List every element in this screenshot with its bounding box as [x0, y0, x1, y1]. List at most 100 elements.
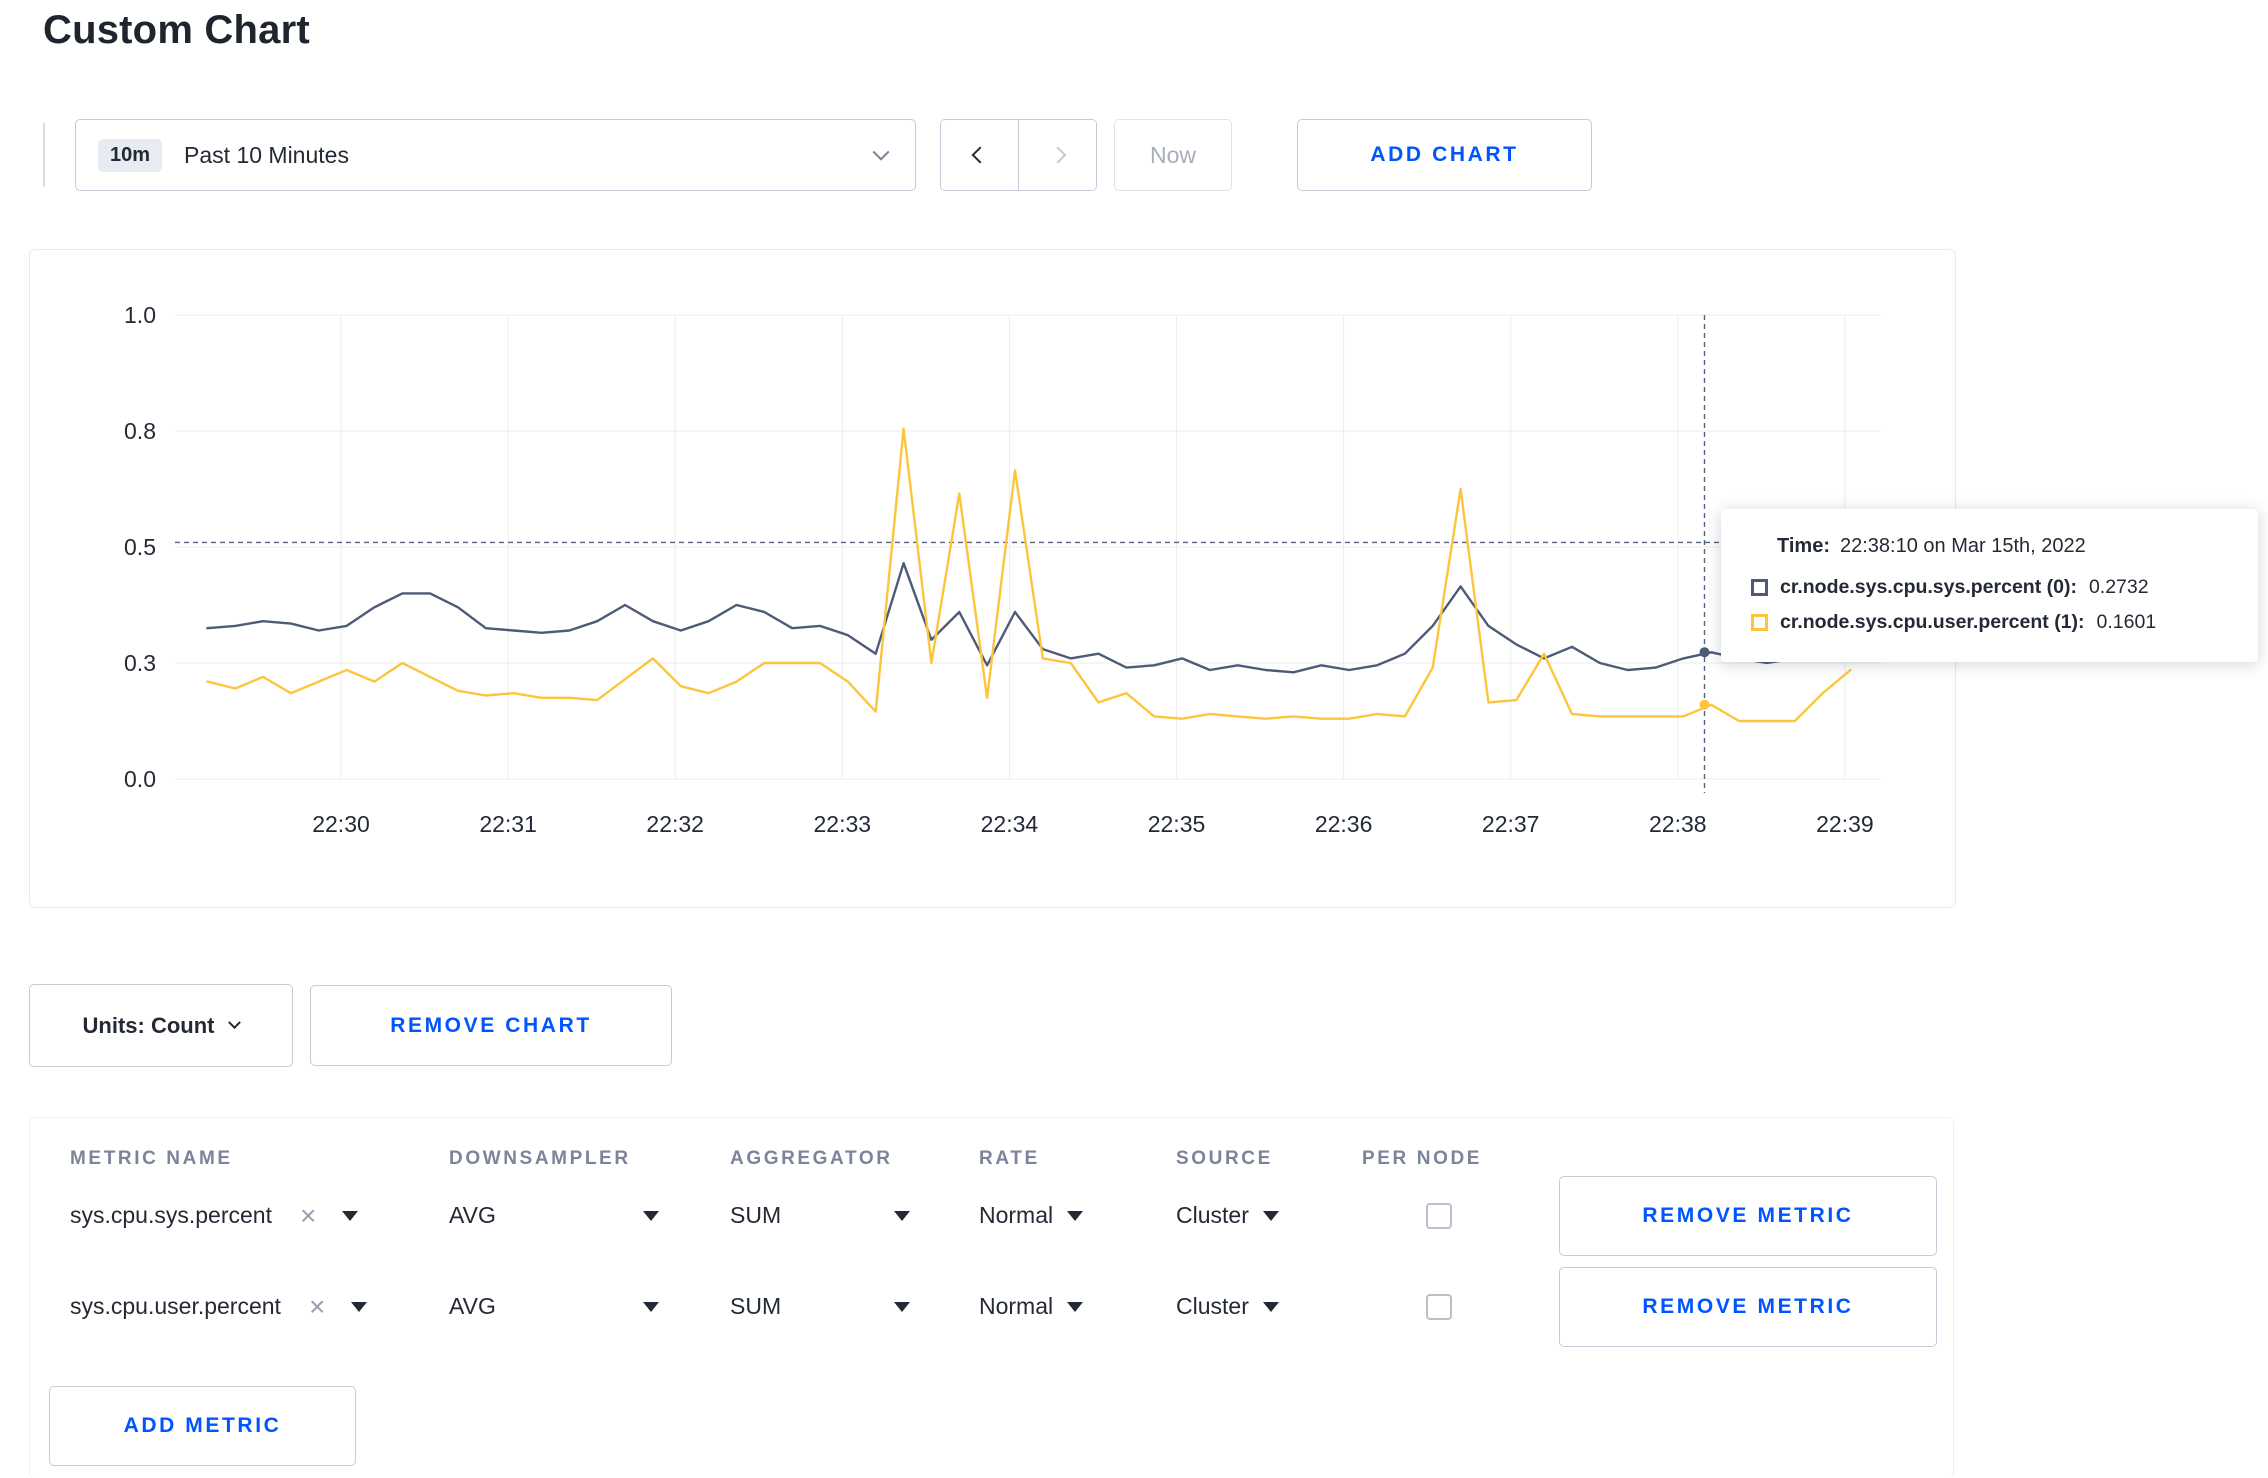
metric-row: sys.cpu.sys.percent × AVG SUM Normal Clu…: [30, 1170, 1953, 1261]
metric-name-value: sys.cpu.user.percent: [70, 1293, 281, 1319]
tooltip-series-row: cr.node.sys.cpu.sys.percent (0): 0.2732: [1751, 576, 2228, 599]
tooltip-series-label: cr.node.sys.cpu.sys.percent (0):: [1780, 576, 2077, 598]
metric-name-select[interactable]: sys.cpu.sys.percent ×: [70, 1201, 449, 1230]
downsampler-value: AVG: [449, 1293, 496, 1319]
remove-metric-button[interactable]: REMOVE METRIC: [1559, 1175, 1937, 1256]
metric-name-select[interactable]: sys.cpu.user.percent ×: [70, 1292, 449, 1321]
chart-tooltip: Time: 22:38:10 on Mar 15th, 2022 cr.node.…: [1721, 509, 2258, 662]
aggregator-value: SUM: [730, 1293, 782, 1319]
units-label: Units: Count: [82, 1012, 215, 1038]
per-node-cell: [1362, 1293, 1559, 1320]
series-swatch-icon: [1751, 614, 1768, 631]
chevron-down-icon: [1067, 1210, 1084, 1221]
per-node-checkbox[interactable]: [1426, 1293, 1452, 1320]
tooltip-time: Time: 22:38:10 on Mar 15th, 2022: [1751, 535, 2228, 558]
now-button-label: Now: [1149, 141, 1196, 168]
remove-metric-cell: REMOVE METRIC: [1559, 1175, 1953, 1256]
chevron-left-icon: [971, 146, 988, 164]
chevron-down-icon: [342, 1210, 359, 1221]
time-range-label: Past 10 Minutes: [184, 141, 349, 168]
rate-value: Normal: [979, 1202, 1054, 1228]
svg-text:22:37: 22:37: [1482, 811, 1540, 837]
svg-text:0.3: 0.3: [124, 650, 156, 676]
column-header: METRIC NAME: [70, 1148, 233, 1169]
now-button[interactable]: Now: [1114, 119, 1232, 191]
rate-value: Normal: [979, 1293, 1054, 1319]
column-header: AGGREGATOR: [730, 1148, 893, 1169]
remove-metric-label: REMOVE METRIC: [1642, 1294, 1854, 1318]
svg-text:22:30: 22:30: [312, 811, 370, 837]
source-value: Cluster: [1176, 1202, 1249, 1228]
rate-select[interactable]: Normal: [979, 1293, 1176, 1320]
prev-time-button[interactable]: [941, 120, 1018, 190]
per-node-checkbox[interactable]: [1426, 1202, 1452, 1229]
aggregator-select[interactable]: SUM: [730, 1202, 910, 1229]
tooltip-time-label: Time:: [1777, 535, 1830, 557]
svg-text:22:39: 22:39: [1816, 811, 1874, 837]
svg-text:22:35: 22:35: [1148, 811, 1206, 837]
column-header: PER NODE: [1362, 1148, 1483, 1169]
downsampler-value: AVG: [449, 1202, 496, 1228]
page-title: Custom Chart: [43, 8, 310, 52]
remove-metric-button[interactable]: REMOVE METRIC: [1559, 1266, 1937, 1347]
svg-text:22:34: 22:34: [981, 811, 1039, 837]
tooltip-series-value: 0.2732: [2088, 576, 2149, 598]
tooltip-series-row: cr.node.sys.cpu.user.percent (1): 0.1601: [1751, 611, 2228, 634]
downsampler-select[interactable]: AVG: [449, 1293, 659, 1320]
tooltip-time-value: 22:38:10 on Mar 15th, 2022: [1839, 535, 2086, 557]
svg-text:0.8: 0.8: [124, 418, 156, 444]
aggregator-value: SUM: [730, 1202, 782, 1228]
per-node-cell: [1362, 1202, 1559, 1229]
chevron-down-icon: [894, 1301, 910, 1312]
metric-name-value: sys.cpu.sys.percent: [70, 1202, 272, 1228]
column-header: RATE: [979, 1148, 1040, 1169]
chevron-down-icon: [643, 1301, 659, 1312]
source-select[interactable]: Cluster: [1176, 1202, 1362, 1229]
aggregator-select[interactable]: SUM: [730, 1293, 910, 1320]
clear-metric-icon[interactable]: ×: [300, 1201, 316, 1230]
svg-text:0.5: 0.5: [124, 534, 156, 560]
svg-text:22:31: 22:31: [479, 811, 537, 837]
chevron-down-icon: [643, 1210, 659, 1221]
remove-metric-label: REMOVE METRIC: [1642, 1203, 1854, 1227]
clear-metric-icon[interactable]: ×: [309, 1292, 325, 1321]
chevron-down-icon: [1262, 1301, 1279, 1312]
metric-row: sys.cpu.user.percent × AVG SUM Normal Cl…: [30, 1261, 1953, 1352]
source-value: Cluster: [1176, 1293, 1249, 1319]
svg-text:22:38: 22:38: [1649, 811, 1707, 837]
chevron-down-icon: [1262, 1210, 1279, 1221]
chart-card: 0.0 0.3 0.5 0.8 1.0 22:30 22:31 22:32 22:33 22:34…: [29, 249, 1956, 908]
remove-chart-button[interactable]: REMOVE CHART: [310, 985, 672, 1066]
add-metric-label: ADD METRIC: [123, 1414, 282, 1437]
chevron-down-icon: [1067, 1301, 1084, 1312]
remove-chart-label: REMOVE CHART: [390, 1013, 592, 1037]
source-select[interactable]: Cluster: [1176, 1293, 1362, 1320]
tooltip-series-value: 0.1601: [2096, 611, 2157, 633]
column-header: DOWNSAMPLER: [449, 1148, 631, 1169]
chevron-down-icon: [872, 143, 890, 161]
time-step-buttons: [940, 119, 1097, 191]
metrics-table-header: METRIC NAME DOWNSAMPLER AGGREGATOR RATE …: [30, 1148, 1953, 1170]
chevron-down-icon: [228, 1016, 242, 1030]
column-header: SOURCE: [1176, 1148, 1273, 1169]
downsampler-select[interactable]: AVG: [449, 1202, 659, 1229]
metrics-table: METRIC NAME DOWNSAMPLER AGGREGATOR RATE …: [29, 1117, 1954, 1478]
svg-text:22:36: 22:36: [1315, 811, 1373, 837]
add-chart-label: ADD CHART: [1370, 143, 1519, 166]
toolbar-divider: [43, 123, 45, 187]
add-metric-button[interactable]: ADD METRIC: [49, 1386, 356, 1466]
time-range-select[interactable]: 10m Past 10 Minutes: [75, 119, 916, 191]
chart-svg[interactable]: 0.0 0.3 0.5 0.8 1.0 22:30 22:31 22:32 22:33 22:34…: [30, 250, 1957, 909]
svg-text:22:32: 22:32: [646, 811, 704, 837]
time-range-badge: 10m: [98, 138, 163, 172]
chevron-down-icon: [351, 1301, 368, 1312]
svg-text:0.0: 0.0: [124, 766, 156, 792]
chevron-down-icon: [894, 1210, 910, 1221]
tooltip-series-label: cr.node.sys.cpu.user.percent (1):: [1780, 611, 2085, 633]
next-time-button[interactable]: [1018, 120, 1096, 190]
series-swatch-icon: [1751, 579, 1768, 596]
add-chart-button[interactable]: ADD CHART: [1297, 119, 1592, 191]
units-select[interactable]: Units: Count: [29, 984, 293, 1067]
remove-metric-cell: REMOVE METRIC: [1559, 1266, 1953, 1347]
rate-select[interactable]: Normal: [979, 1202, 1176, 1229]
